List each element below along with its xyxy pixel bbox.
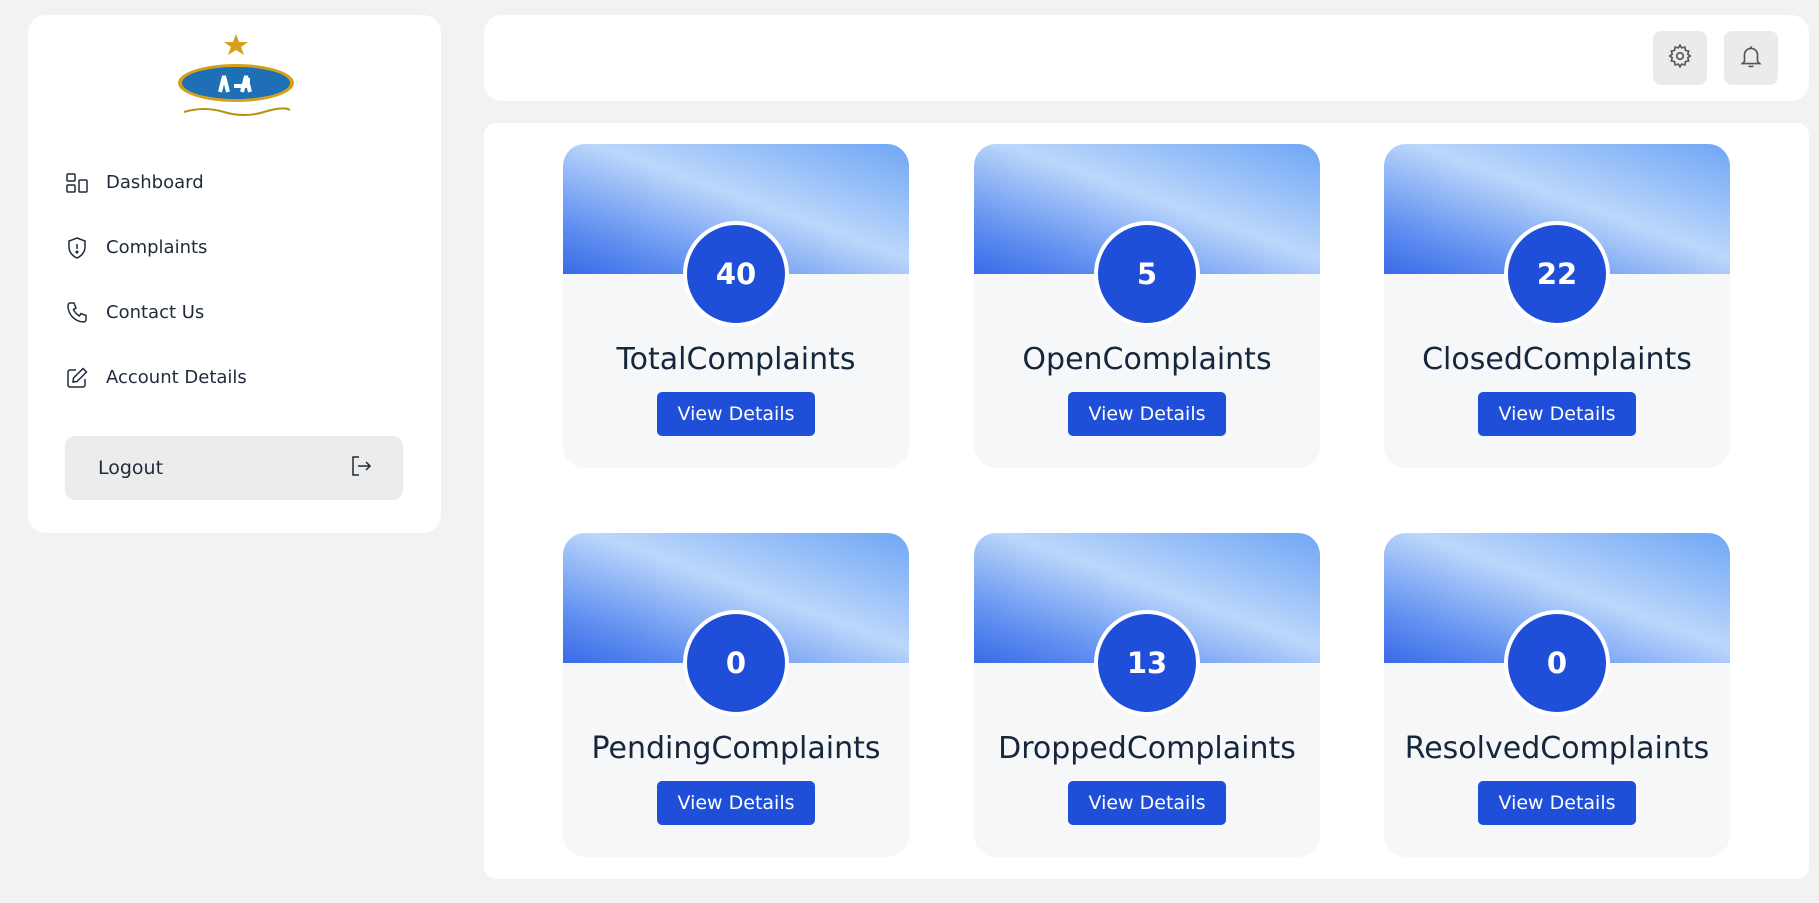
view-details-button[interactable]: View Details [1068, 781, 1226, 825]
stat-card-closed: 22 ClosedComplaints View Details [1384, 144, 1730, 468]
gear-icon [1667, 43, 1693, 73]
card-title: TotalComplaints [616, 342, 856, 377]
bell-icon [1738, 43, 1764, 73]
card-title: DroppedComplaints [998, 731, 1296, 766]
logout-button[interactable]: Logout [65, 436, 403, 500]
view-details-button[interactable]: View Details [1478, 781, 1636, 825]
sidebar-item-label: Dashboard [106, 172, 204, 193]
stat-card-resolved: 0 ResolvedComplaints View Details [1384, 533, 1730, 857]
view-details-button[interactable]: View Details [1068, 392, 1226, 436]
logout-icon [349, 454, 373, 482]
sidebar-item-label: Account Details [106, 367, 247, 388]
card-count: 0 [1504, 610, 1610, 716]
card-count: 0 [683, 610, 789, 716]
card-count: 40 [683, 221, 789, 327]
dashboard-icon [64, 170, 90, 196]
sidebar-item-account-details[interactable]: Account Details [64, 345, 247, 410]
edit-icon [64, 365, 90, 391]
view-details-button[interactable]: View Details [657, 392, 815, 436]
sidebar: Dashboard Complaints Contact Us Account … [28, 15, 441, 533]
sidebar-item-label: Contact Us [106, 302, 205, 323]
sidebar-nav: Dashboard Complaints Contact Us Account … [64, 150, 247, 410]
stat-card-open: 5 OpenComplaints View Details [974, 144, 1320, 468]
view-details-button[interactable]: View Details [1478, 392, 1636, 436]
card-title: OpenComplaints [1022, 342, 1272, 377]
card-count: 22 [1504, 221, 1610, 327]
card-title: ClosedComplaints [1422, 342, 1692, 377]
stat-card-pending: 0 PendingComplaints View Details [563, 533, 909, 857]
notifications-button[interactable] [1724, 31, 1778, 85]
sidebar-item-contact-us[interactable]: Contact Us [64, 280, 247, 345]
card-title: ResolvedComplaints [1404, 731, 1710, 766]
shield-alert-icon [64, 235, 90, 261]
caa-logo[interactable] [174, 32, 298, 118]
view-details-button[interactable]: View Details [657, 781, 815, 825]
phone-icon [64, 300, 90, 326]
logout-label: Logout [98, 457, 164, 479]
card-count: 5 [1094, 221, 1200, 327]
main-content: 40 TotalComplaints View Details 5 OpenCo… [484, 123, 1809, 879]
stat-card-dropped: 13 DroppedComplaints View Details [974, 533, 1320, 857]
sidebar-item-dashboard[interactable]: Dashboard [64, 150, 247, 215]
sidebar-item-complaints[interactable]: Complaints [64, 215, 247, 280]
top-bar [484, 15, 1809, 101]
card-title: PendingComplaints [591, 731, 881, 766]
sidebar-item-label: Complaints [106, 237, 208, 258]
stat-card-total: 40 TotalComplaints View Details [563, 144, 909, 468]
settings-button[interactable] [1653, 31, 1707, 85]
card-count: 13 [1094, 610, 1200, 716]
